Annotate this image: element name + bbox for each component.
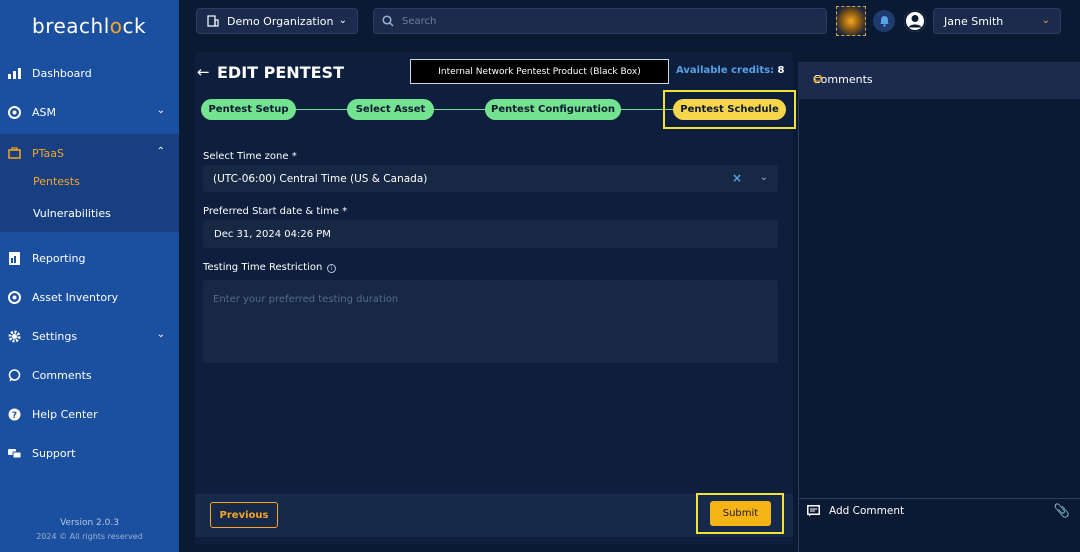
search-icon [382, 15, 394, 27]
chevron-down-icon[interactable]: ⌄ [760, 172, 768, 183]
sidebar-item-label: Reporting [32, 251, 86, 265]
breachlock-logo[interactable]: breachlock [32, 14, 146, 38]
sidebar-item-label: PTaaS [32, 146, 64, 160]
testing-restriction-textarea[interactable] [203, 280, 778, 363]
sidebar-sub-vulnerabilities[interactable]: Vulnerabilities [33, 207, 111, 220]
sidebar-sub-pentests[interactable]: Pentests [33, 175, 80, 188]
chevron-up-icon: ⌃ [156, 146, 165, 157]
organization-name: Demo Organization [227, 14, 334, 28]
gear-icon [7, 329, 21, 343]
chevron-down-icon: ⌄ [338, 15, 347, 26]
paperclip-icon[interactable]: 📎 [1054, 504, 1070, 519]
credits-label: Available credits: [676, 65, 775, 76]
user-menu[interactable]: Jane Smith ⌄ [933, 8, 1061, 34]
chevron-down-icon: ⌄ [156, 329, 165, 340]
sidebar-item-label: Comments [32, 368, 92, 382]
back-arrow-icon[interactable]: ← [197, 63, 210, 81]
svg-text:?: ? [11, 411, 16, 421]
notification-bell-icon[interactable] [873, 10, 895, 32]
stepper-connector [428, 109, 490, 110]
chevron-down-icon: ⌄ [1041, 15, 1050, 26]
sidebar-item-asm[interactable]: ASM ⌄ [0, 99, 179, 125]
step-pentest-setup[interactable]: Pentest Setup [201, 99, 296, 120]
timezone-value: (UTC-06:00) Central Time (US & Canada) [213, 172, 428, 185]
submit-button[interactable]: Submit [710, 501, 771, 526]
comments-panel [798, 62, 1080, 552]
brand-badge-image[interactable] [836, 6, 866, 36]
sidebar-item-ptaas[interactable]: PTaaS ⌃ [0, 140, 179, 166]
sidebar-item-settings[interactable]: Settings ⌄ [0, 323, 179, 349]
sidebar-item-reporting[interactable]: Reporting [0, 245, 179, 271]
user-name: Jane Smith [944, 14, 1004, 28]
step-pentest-configuration[interactable]: Pentest Configuration [485, 99, 621, 120]
sidebar-item-dashboard[interactable]: Dashboard [0, 60, 179, 86]
step-select-asset[interactable]: Select Asset [347, 99, 434, 120]
start-date-field[interactable]: Dec 31, 2024 04:26 PM [203, 220, 778, 248]
target-icon [7, 105, 21, 119]
sidebar-item-label: ASM [32, 105, 56, 119]
sidebar-item-support[interactable]: Support [0, 440, 179, 466]
info-icon[interactable]: i [327, 264, 336, 273]
previous-button[interactable]: Previous [210, 502, 278, 528]
sidebar-item-label: Dashboard [32, 66, 92, 80]
search-input[interactable] [402, 15, 802, 27]
start-date-label: Preferred Start date & time * [203, 206, 348, 217]
report-icon [7, 251, 21, 265]
sidebar-item-asset-inventory[interactable]: Asset Inventory [0, 284, 179, 310]
search-bar[interactable] [373, 8, 827, 34]
help-icon: ? [7, 407, 21, 421]
building-icon [207, 15, 219, 27]
swap-icon[interactable]: ⇄ [813, 72, 1066, 86]
comment-icon [807, 505, 820, 520]
credits-value: 8 [777, 65, 785, 76]
timezone-select[interactable]: (UTC-06:00) Central Time (US & Canada) ×… [203, 165, 778, 192]
sidebar: breachlock Dashboard ASM ⌄ PTaaS ⌃ Pente… [0, 0, 179, 552]
sidebar-item-label: Help Center [32, 407, 98, 421]
add-comment-bar[interactable]: Add Comment 📎 [798, 498, 1080, 524]
support-icon [7, 446, 21, 460]
ptaas-icon [7, 146, 21, 160]
sidebar-item-label: Asset Inventory [32, 290, 119, 304]
target-icon [7, 290, 21, 304]
clear-icon[interactable]: × [732, 171, 742, 185]
organization-select[interactable]: Demo Organization ⌄ [196, 8, 358, 34]
chat-bubble-icon [7, 368, 21, 382]
version-text: Version 2.0.3 [60, 518, 119, 528]
chevron-down-icon: ⌄ [156, 105, 165, 116]
step-pentest-schedule[interactable]: Pentest Schedule [673, 99, 786, 120]
add-comment-label: Add Comment [829, 505, 905, 517]
copyright-text: 2024 © All rights reserved [36, 532, 143, 541]
sidebar-item-label: Support [32, 446, 76, 460]
sidebar-item-help-center[interactable]: ? Help Center [0, 401, 179, 427]
timezone-label: Select Time zone * [203, 151, 297, 162]
stepper-connector [290, 109, 354, 110]
sidebar-item-comments[interactable]: Comments [0, 362, 179, 388]
page-title: EDIT PENTEST [217, 63, 344, 82]
start-date-value: Dec 31, 2024 04:26 PM [214, 228, 331, 240]
comments-header: Comments ⇄ [798, 62, 1080, 99]
topbar: Demo Organization ⌄ Jane Smith ⌄ [179, 0, 1080, 42]
product-tooltip: Internal Network Pentest Product (Black … [410, 59, 669, 84]
chart-icon [7, 66, 21, 80]
avatar-icon[interactable] [904, 10, 926, 32]
available-credits: Available credits: 8 [676, 65, 785, 76]
sidebar-item-label: Settings [32, 329, 78, 343]
restriction-label: Testing Time Restriction [203, 262, 323, 273]
